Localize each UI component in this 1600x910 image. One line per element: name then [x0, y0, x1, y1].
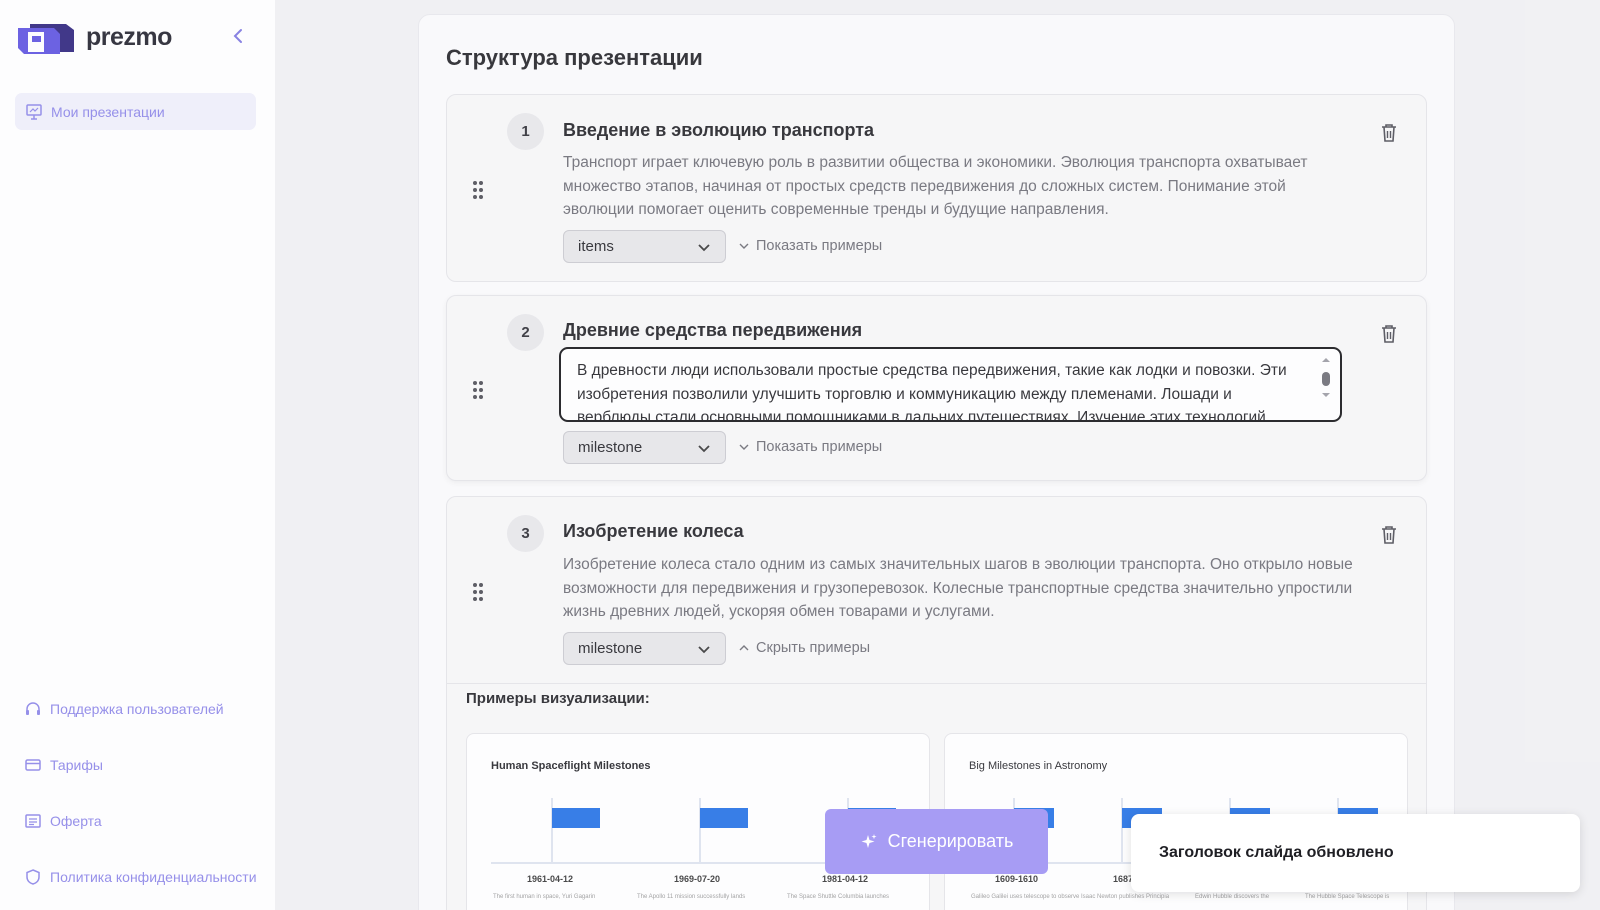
example-title: Human Spaceflight Milestones: [491, 760, 651, 772]
sidebar: prezmo Мои презентации Поддержка пользов…: [0, 0, 275, 910]
examples-toggle-label: Скрыть примеры: [756, 640, 871, 656]
toast-message: Заголовок слайда обновлено: [1159, 844, 1394, 861]
chevron-down-icon: [739, 444, 749, 450]
sidebar-item-privacy[interactable]: Политика конфиденциальности: [24, 868, 257, 886]
slide-title[interactable]: Введение в эволюцию транспорта: [563, 120, 874, 141]
card-icon: [25, 759, 41, 771]
slide-card-2: 2 Древние средства передвижения В древно…: [446, 295, 1427, 481]
milestone-date: 1609-1610: [995, 874, 1039, 884]
slide-title[interactable]: Древние средства передвижения: [563, 320, 862, 341]
milestone-caption: Isaac Newton publishes Principia: [1081, 894, 1170, 900]
milestone-date: 1969-07-20: [674, 874, 721, 884]
layout-select-value: milestone: [578, 439, 643, 456]
sidebar-item-support[interactable]: Поддержка пользователей: [24, 700, 224, 718]
slide-card-1: 1 Введение в эволюцию транспорта Транспо…: [446, 94, 1427, 282]
presentation-icon: [26, 103, 42, 120]
drag-handle-icon[interactable]: [471, 179, 485, 201]
sidebar-item-tariffs[interactable]: Тарифы: [24, 756, 103, 774]
hide-examples-toggle[interactable]: Скрыть примеры: [739, 640, 870, 656]
layout-select[interactable]: items: [563, 230, 726, 263]
chevron-left-icon: [233, 29, 242, 43]
milestone-caption: The Hubble Space Telescope is: [1305, 894, 1390, 900]
milestone-flag: [700, 808, 748, 828]
generate-button-label: Сгенерировать: [887, 831, 1014, 851]
trash-icon[interactable]: [1380, 123, 1398, 143]
milestone-caption: Edwin Hubble discovers the: [1195, 894, 1270, 900]
example-title: Big Milestones in Astronomy: [969, 760, 1108, 772]
chevron-down-icon: [698, 243, 710, 251]
slide-description[interactable]: Транспорт играет ключевую роль в развити…: [563, 151, 1353, 222]
sidebar-item-label: Поддержка пользователей: [50, 701, 224, 717]
document-icon: [25, 814, 41, 828]
show-examples-toggle[interactable]: Показать примеры: [739, 238, 882, 254]
examples-toggle-label: Показать примеры: [756, 439, 883, 455]
logo[interactable]: prezmo: [16, 18, 172, 56]
milestone-date: 1961-04-12: [527, 874, 574, 884]
slide-title[interactable]: Изобретение колеса: [563, 521, 744, 542]
page-title: Структура презентации: [446, 45, 703, 70]
toast-notification: Заголовок слайда обновлено: [1131, 814, 1580, 892]
slide-number: 3: [507, 515, 544, 552]
milestone-date: 1981-04-12: [822, 874, 869, 884]
headphones-icon: [26, 702, 40, 715]
slide-description[interactable]: Изобретение колеса стало одним из самых …: [563, 553, 1353, 624]
milestone-caption: The first human in space, Yuri Gagarin: [493, 894, 596, 900]
prezmo-logo-icon: [18, 24, 74, 54]
slide-description-textarea[interactable]: В древности люди использовали простые ср…: [559, 347, 1342, 422]
sidebar-item-label: Тарифы: [50, 757, 103, 773]
chevron-down-icon: [698, 444, 710, 452]
examples-heading: Примеры визуализации:: [466, 690, 650, 707]
layout-select-value: items: [578, 238, 614, 255]
layout-select[interactable]: milestone: [563, 632, 726, 665]
layout-select[interactable]: milestone: [563, 431, 726, 464]
show-examples-toggle[interactable]: Показать примеры: [739, 439, 882, 455]
scrollbar[interactable]: [1320, 357, 1332, 403]
app-name: prezmo: [86, 22, 172, 51]
slide-number: 1: [507, 113, 544, 150]
sidebar-item-label: Оферта: [50, 813, 102, 829]
divider: [447, 683, 1426, 684]
drag-handle-icon[interactable]: [471, 581, 485, 603]
slide-number: 2: [507, 314, 544, 351]
chevron-up-icon: [739, 645, 749, 651]
trash-icon[interactable]: [1380, 525, 1398, 545]
milestone-caption: The Space Shuttle Columbia launches: [787, 894, 890, 900]
sparkle-icon: [861, 833, 877, 848]
drag-handle-icon[interactable]: [471, 379, 485, 401]
trash-icon[interactable]: [1380, 324, 1398, 344]
sidebar-item-offer[interactable]: Оферта: [24, 812, 102, 830]
sidebar-item-label: Политика конфиденциальности: [50, 869, 257, 885]
collapse-sidebar-button[interactable]: [226, 24, 250, 48]
milestone-caption: The Apollo 11 mission successfully lands: [637, 894, 746, 900]
sidebar-item-label: Мои презентации: [51, 103, 165, 120]
sidebar-item-my-presentations[interactable]: Мои презентации: [15, 93, 256, 130]
shield-icon: [26, 869, 40, 885]
slide-description: В древности люди использовали простые ср…: [577, 362, 1287, 422]
layout-select-value: milestone: [578, 640, 643, 657]
milestone-caption: Galileo Galilei uses telescope to observ…: [971, 894, 1080, 900]
examples-toggle-label: Показать примеры: [756, 238, 883, 254]
chevron-down-icon: [698, 645, 710, 653]
generate-button[interactable]: Сгенерировать: [825, 809, 1048, 874]
chevron-down-icon: [739, 243, 749, 249]
milestone-flag: [552, 808, 600, 828]
